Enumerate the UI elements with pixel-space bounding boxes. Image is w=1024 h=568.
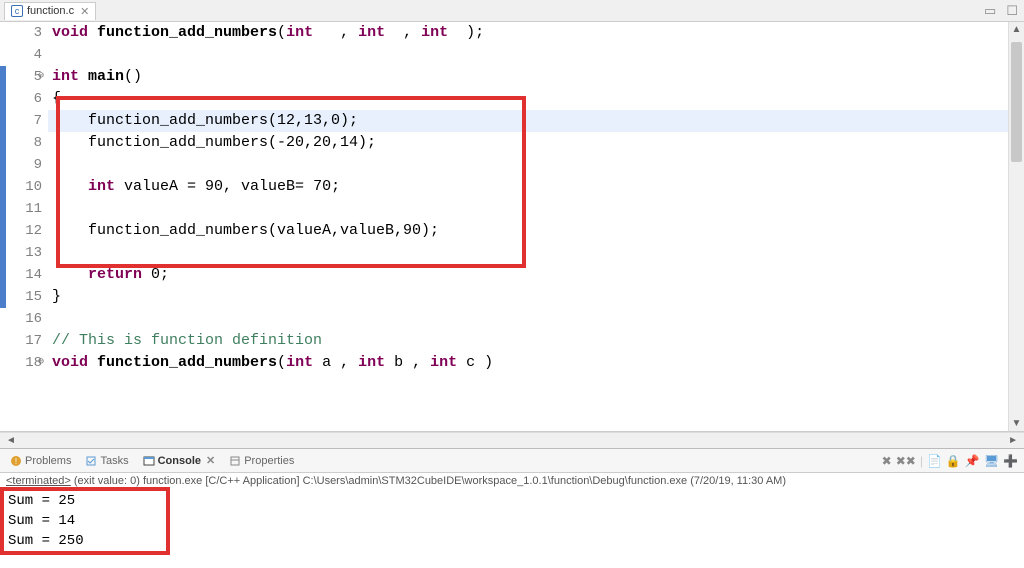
code-line[interactable]: function_add_numbers(12,13,0); xyxy=(48,110,1008,132)
code-line[interactable]: void function_add_numbers(int a , int b … xyxy=(48,352,1008,374)
file-tab-label: function.c xyxy=(27,5,74,17)
tab-tasks[interactable]: Tasks xyxy=(81,453,132,469)
line-number: 17 xyxy=(6,330,42,352)
console-status-rest: (exit value: 0) function.exe [C/C++ Appl… xyxy=(71,475,786,487)
line-number: 16 xyxy=(6,308,42,330)
code-line[interactable]: void function_add_numbers(int , int , in… xyxy=(48,22,1008,44)
terminated-label: <terminated> xyxy=(6,475,71,487)
console-output[interactable]: Sum = 25Sum = 14Sum = 250 xyxy=(0,489,1024,568)
line-number: 6 xyxy=(6,88,42,110)
svg-text:!: ! xyxy=(15,457,17,466)
line-number: 4 xyxy=(6,44,42,66)
tab-label: Problems xyxy=(25,455,71,467)
line-number: 3 xyxy=(6,22,42,44)
code-line[interactable]: int valueA = 90, valueB= 70; xyxy=(48,176,1008,198)
editor-tab-bar: c function.c ✕ ▭ ☐ xyxy=(0,0,1024,22)
code-line[interactable]: return 0; xyxy=(48,264,1008,286)
line-number-gutter: 345⊖6789101112131415161718⊖ xyxy=(6,22,48,431)
code-line[interactable]: // This is function definition xyxy=(48,330,1008,352)
code-editor[interactable]: 345⊖6789101112131415161718⊖ void functio… xyxy=(0,22,1024,432)
tab-label: Console xyxy=(158,455,201,467)
console-toolbar: ✖ ✖✖ | 📄 🔒 📌 🖥 ➕ xyxy=(882,454,1018,468)
open-console-icon[interactable]: ➕ xyxy=(1003,454,1018,468)
file-tab-function-c[interactable]: c function.c ✕ xyxy=(4,2,96,20)
console-status: <terminated> (exit value: 0) function.ex… xyxy=(0,473,1024,489)
line-number: 8 xyxy=(6,132,42,154)
problems-icon: ! xyxy=(10,455,22,467)
pin-console-icon[interactable]: 📌 xyxy=(965,454,980,468)
code-line[interactable] xyxy=(48,308,1008,330)
code-line[interactable]: function_add_numbers(valueA,valueB,90); xyxy=(48,220,1008,242)
code-area[interactable]: void function_add_numbers(int , int , in… xyxy=(48,22,1008,431)
code-line[interactable]: { xyxy=(48,88,1008,110)
line-number: 7 xyxy=(6,110,42,132)
minimize-icon[interactable]: ▭ xyxy=(982,3,998,19)
line-number: 11 xyxy=(6,198,42,220)
console-line: Sum = 250 xyxy=(8,531,1016,551)
code-line[interactable] xyxy=(48,198,1008,220)
code-line[interactable]: function_add_numbers(-20,20,14); xyxy=(48,132,1008,154)
code-line[interactable]: int main() xyxy=(48,66,1008,88)
scroll-right-icon[interactable]: ► xyxy=(1008,435,1018,446)
vertical-scrollbar[interactable]: ▲ ▼ xyxy=(1008,22,1024,431)
line-number: 18⊖ xyxy=(6,352,42,374)
code-line[interactable]: } xyxy=(48,286,1008,308)
line-number: 5⊖ xyxy=(6,66,42,88)
maximize-icon[interactable]: ☐ xyxy=(1004,3,1020,19)
editor-window-controls: ▭ ☐ xyxy=(982,3,1020,19)
clear-console-icon[interactable]: 📄 xyxy=(927,454,942,468)
c-file-icon: c xyxy=(11,5,23,17)
tab-console[interactable]: Console ✕ xyxy=(139,452,220,469)
display-selected-icon[interactable]: 🖥 xyxy=(984,454,999,468)
remove-all-icon[interactable]: ✖✖ xyxy=(896,454,916,468)
console-line: Sum = 14 xyxy=(8,511,1016,531)
close-icon[interactable]: ✕ xyxy=(206,454,215,467)
line-number: 9 xyxy=(6,154,42,176)
console-icon xyxy=(143,455,155,467)
code-line[interactable] xyxy=(48,154,1008,176)
properties-icon xyxy=(229,455,241,467)
line-number: 10 xyxy=(6,176,42,198)
tab-problems[interactable]: ! Problems xyxy=(6,453,75,469)
horizontal-scrollbar[interactable]: ◄ ► xyxy=(0,432,1024,448)
tab-label: Properties xyxy=(244,455,294,467)
scroll-down-icon[interactable]: ▼ xyxy=(1009,418,1024,429)
fold-toggle-icon[interactable]: ⊖ xyxy=(38,352,44,374)
scrollbar-thumb[interactable] xyxy=(1011,42,1022,162)
scroll-left-icon[interactable]: ◄ xyxy=(6,435,16,446)
line-number: 13 xyxy=(6,242,42,264)
tab-label: Tasks xyxy=(100,455,128,467)
code-line[interactable] xyxy=(48,242,1008,264)
line-number: 14 xyxy=(6,264,42,286)
tab-properties[interactable]: Properties xyxy=(225,453,298,469)
bottom-panel: ! Problems Tasks Console ✕ Properties ✖ … xyxy=(0,448,1024,568)
tasks-icon xyxy=(85,455,97,467)
line-number: 15 xyxy=(6,286,42,308)
line-number: 12 xyxy=(6,220,42,242)
code-line[interactable] xyxy=(48,44,1008,66)
remove-launch-icon[interactable]: ✖ xyxy=(882,454,892,468)
close-icon[interactable]: ✕ xyxy=(80,5,89,18)
fold-toggle-icon[interactable]: ⊖ xyxy=(38,66,44,88)
scroll-lock-icon[interactable]: 🔒 xyxy=(946,454,961,468)
scroll-up-icon[interactable]: ▲ xyxy=(1009,24,1024,35)
bottom-tab-bar: ! Problems Tasks Console ✕ Properties ✖ … xyxy=(0,449,1024,473)
console-line: Sum = 25 xyxy=(8,491,1016,511)
